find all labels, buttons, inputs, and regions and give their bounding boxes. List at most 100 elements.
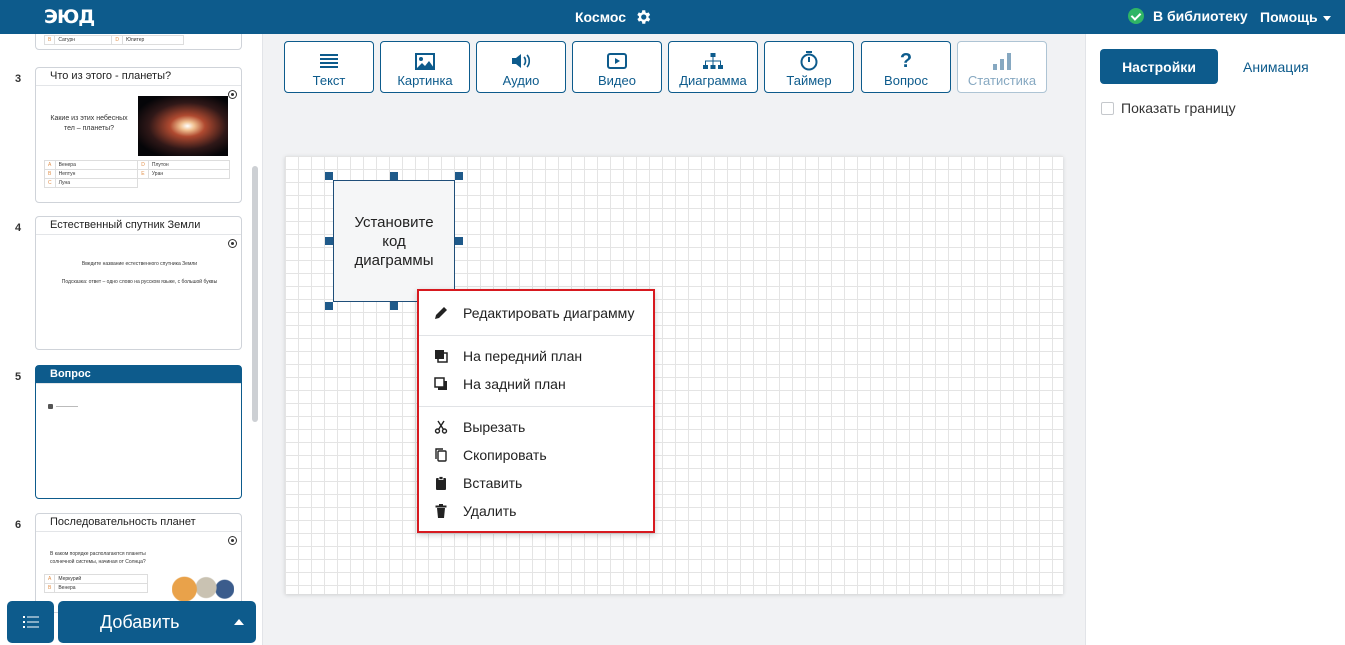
slide-title: Естественный спутник Земли (36, 217, 241, 235)
stats-tool-button[interactable]: Статистика (957, 41, 1047, 93)
slide-number: 5 (15, 371, 22, 383)
diagram-thumbnail (48, 404, 53, 409)
list-icon (22, 616, 39, 628)
image-tool-button[interactable]: Картинка (380, 41, 470, 93)
menu-item-label: Вырезать (463, 419, 526, 435)
menu-item-label: Удалить (463, 503, 517, 519)
copy-icon (433, 447, 449, 463)
menu-divider (419, 406, 653, 407)
slide-title: Что из этого - планеты? (36, 68, 241, 86)
slide-number: 6 (15, 519, 22, 531)
question-tool-label: Вопрос (884, 73, 928, 88)
text-lines-icon (285, 49, 373, 73)
check-circle-icon (1128, 8, 1144, 24)
menu-item-label: На задний план (463, 376, 566, 392)
slide-item[interactable]: 3 Что из этого - планеты? Какие из этих … (15, 67, 242, 203)
speaker-icon (477, 49, 565, 73)
add-slide-label: Добавить (100, 611, 180, 632)
slide-title: Последовательность планет (36, 514, 241, 532)
slide-list-button[interactable] (7, 601, 54, 643)
menu-item-cut[interactable]: Вырезать (433, 416, 525, 438)
galaxy-image (138, 96, 228, 156)
slide-partial[interactable]: B Сатурн D Юпитер (35, 34, 242, 50)
slide-number: 3 (15, 73, 22, 85)
slide-hint: Подсказка: ответ – одно слово на русском… (61, 279, 218, 285)
chevron-up-icon[interactable] (234, 619, 244, 625)
menu-item-bring-front[interactable]: На передний план (433, 345, 582, 367)
resize-handle-n[interactable] (390, 172, 398, 180)
bar-chart-icon (958, 49, 1046, 73)
logo[interactable]: ЭЮД (44, 6, 95, 28)
resize-handle-w[interactable] (325, 237, 333, 245)
tab-animation[interactable]: Анимация (1243, 59, 1309, 75)
audio-tool-label: Аудио (502, 73, 540, 88)
scrollbar[interactable] (252, 166, 258, 422)
audio-tool-button[interactable]: Аудио (476, 41, 566, 93)
thumbnail-text-line (56, 406, 78, 407)
menu-item-delete[interactable]: Удалить (433, 500, 516, 522)
slide-question: Какие из этих небесных тел – планеты? (50, 115, 128, 132)
context-menu: Редактировать диаграмму На передний план… (417, 289, 655, 533)
slide-number: 4 (15, 222, 22, 234)
stats-tool-label: Статистика (967, 73, 1037, 88)
resize-handle-nw[interactable] (325, 172, 333, 180)
menu-item-label: Редактировать диаграмму (463, 305, 635, 321)
gear-icon[interactable] (634, 8, 652, 26)
video-tool-button[interactable]: Видео (572, 41, 662, 93)
bring-front-icon (433, 348, 449, 364)
clipboard-icon (433, 475, 449, 491)
menu-item-label: Вставить (463, 475, 523, 491)
diagram-shape[interactable]: Установите код диаграммы (333, 180, 455, 302)
menu-item-paste[interactable]: Вставить (433, 472, 522, 494)
resize-handle-s[interactable] (390, 302, 398, 310)
image-tool-label: Картинка (397, 73, 453, 88)
slides-panel: B Сатурн D Юпитер 3 Что из этого - плане… (0, 34, 263, 645)
library-label: В библиотеку (1153, 8, 1248, 24)
stopwatch-icon (765, 49, 853, 73)
slide-title: Вопрос (36, 366, 241, 384)
text-tool-label: Текст (312, 73, 346, 88)
trash-icon (433, 503, 449, 519)
image-icon (381, 49, 469, 73)
video-play-icon (573, 49, 661, 73)
slide-item[interactable]: 4 Естественный спутник Земли Введите наз… (15, 216, 242, 350)
menu-item-send-back[interactable]: На задний план (433, 373, 566, 395)
answer-options: B Сатурн D Юпитер (43, 35, 185, 45)
sitemap-icon (669, 49, 757, 73)
document-title[interactable]: Космос (575, 9, 626, 25)
question-mark-icon: ? (899, 49, 913, 72)
library-link[interactable]: В библиотеку (1128, 8, 1248, 24)
resize-handle-e[interactable] (455, 237, 463, 245)
resize-handle-sw[interactable] (325, 302, 333, 310)
menu-item-copy[interactable]: Скопировать (433, 444, 547, 466)
radio-icon (228, 239, 237, 248)
add-slide-button[interactable]: Добавить (58, 601, 256, 643)
question-tool-button[interactable]: ? Вопрос (861, 41, 951, 93)
answer-options: A Меркурий B Венера (43, 574, 148, 593)
menu-item-label: Скопировать (463, 447, 547, 463)
menu-item-edit-diagram[interactable]: Редактировать диаграмму (433, 302, 634, 324)
planets-image (172, 570, 234, 602)
scissors-icon (433, 419, 449, 435)
help-menu[interactable]: Помощь (1260, 9, 1331, 25)
answer-options: A Венера D Плутон B Нептун E Уран C Луна (44, 160, 231, 188)
slide-item[interactable]: 6 Последовательность планет В каком поря… (15, 513, 242, 613)
radio-icon (228, 536, 237, 545)
timer-tool-button[interactable]: Таймер (764, 41, 854, 93)
radio-icon (228, 90, 237, 99)
send-back-icon (433, 376, 449, 392)
slide-text: Введите название естественного спутника … (81, 261, 198, 267)
diagram-tool-label: Диаграмма (679, 73, 747, 88)
slide-item-active[interactable]: 5 Вопрос (15, 365, 242, 499)
video-tool-label: Видео (598, 73, 636, 88)
slide-question: В каком порядке располагаются планеты со… (50, 551, 146, 565)
diagram-tool-button[interactable]: Диаграмма (668, 41, 758, 93)
resize-handle-ne[interactable] (455, 172, 463, 180)
menu-item-label: На передний план (463, 348, 583, 364)
tab-settings[interactable]: Настройки (1100, 49, 1218, 84)
diagram-placeholder-text: Установите код диаграммы (354, 213, 434, 269)
show-border-checkbox[interactable] (1101, 102, 1114, 115)
text-tool-button[interactable]: Текст (284, 41, 374, 93)
show-border-label[interactable]: Показать границу (1121, 100, 1236, 116)
properties-panel: Настройки Анимация Показать границу (1085, 34, 1345, 645)
